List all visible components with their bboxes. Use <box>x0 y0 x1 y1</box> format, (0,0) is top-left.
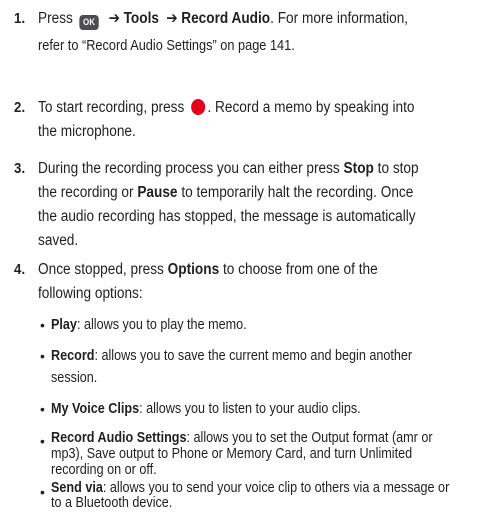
arrow-right-icon: ➔ <box>108 10 121 27</box>
arrow-right-icon: ➔ <box>166 10 178 27</box>
pause-softkey: Pause <box>137 184 178 201</box>
ok-key-icon: OK <box>79 15 99 30</box>
step-text: During the recording process you can eit… <box>38 160 419 249</box>
step-text: To start recording, press . Record a mem… <box>38 99 415 140</box>
step-number: 3. <box>14 160 26 177</box>
option-term: Send via <box>51 480 103 496</box>
record-button-icon <box>190 99 205 115</box>
bullet: • <box>40 484 45 500</box>
bullet: • <box>40 317 45 333</box>
step-number: 1. <box>14 10 26 27</box>
option-term: Record <box>51 348 95 364</box>
manual-page: 1. Press OK ➔ Tools ➔ Record Audio. For mo… <box>0 0 500 514</box>
stop-softkey: Stop <box>343 160 374 177</box>
bullet: • <box>40 348 45 364</box>
step-text: Once stopped, press Options to choose fr… <box>38 261 378 302</box>
option-term: My Voice Clips <box>51 401 140 417</box>
options-softkey: Options <box>167 261 220 278</box>
bullet: • <box>40 433 45 449</box>
step-text: Press OK ➔ Tools ➔ Record Audio. For more … <box>38 10 409 54</box>
step-number: 4. <box>14 261 26 278</box>
option-term: Play <box>51 317 77 333</box>
step-number: 2. <box>14 99 26 116</box>
option-term: Record Audio Settings <box>51 430 187 446</box>
menu-record-audio: Record Audio <box>181 10 271 27</box>
menu-tools: Tools <box>123 10 159 27</box>
bullet: • <box>40 401 45 417</box>
